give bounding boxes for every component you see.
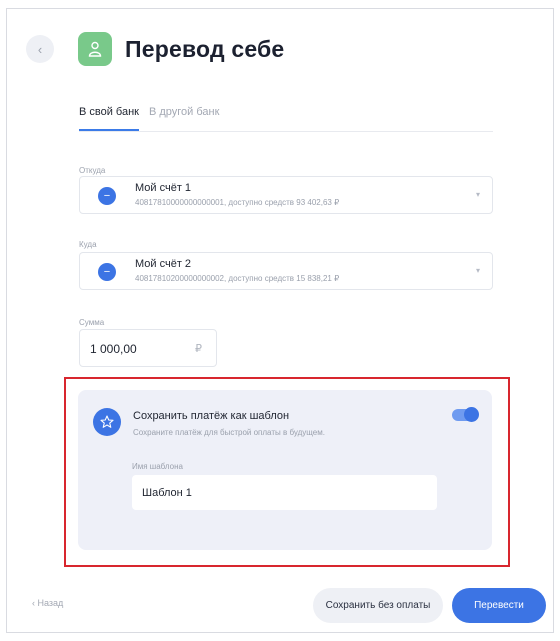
star-icon (93, 408, 121, 436)
to-account-name: Мой счёт 2 (135, 258, 192, 270)
chevron-down-icon: ▾ (475, 266, 480, 275)
from-account-name: Мой счёт 1 (135, 182, 192, 194)
account-icon: − (98, 187, 116, 205)
to-account-select[interactable]: − Мой счёт 2 40817810200000000002, досту… (79, 252, 493, 290)
from-account-details: 40817810000000000001, доступно средств 9… (135, 198, 340, 207)
from-account-select[interactable]: − Мой счёт 1 40817810000000000001, досту… (79, 176, 493, 214)
transfer-button[interactable]: Перевести (452, 588, 546, 623)
to-account-details: 40817810200000000002, доступно средств 1… (135, 274, 340, 283)
toggle-knob (464, 407, 479, 422)
back-link[interactable]: ‹ Назад (32, 598, 63, 608)
chevron-left-icon: ‹ (37, 41, 43, 57)
tab-own-bank[interactable]: В свой банк (79, 106, 139, 131)
template-name-input[interactable] (132, 475, 437, 510)
tab-other-bank[interactable]: В другой банк (149, 106, 219, 131)
template-title: Сохранить платёж как шаблон (133, 410, 290, 422)
back-button[interactable]: ‹ (26, 35, 54, 63)
template-subtitle: Сохраните платёж для быстрой оплаты в бу… (133, 428, 325, 437)
person-icon (78, 32, 112, 66)
amount-label: Сумма (79, 318, 105, 327)
account-icon: − (98, 263, 116, 281)
template-name-label: Имя шаблона (132, 462, 183, 471)
back-link-label: Назад (37, 598, 64, 608)
save-template-card: Сохранить платёж как шаблон Сохраните пл… (78, 390, 492, 550)
bank-tabs: В свой банк В другой банк (79, 106, 493, 132)
chevron-down-icon: ▾ (475, 190, 480, 199)
to-label: Куда (79, 240, 97, 249)
amount-input[interactable]: 1 000,00 ₽ (79, 329, 217, 367)
save-template-toggle[interactable] (452, 407, 479, 422)
amount-value: 1 000,00 (90, 342, 137, 356)
from-label: Откуда (79, 166, 106, 175)
page-title: Перевод себе (125, 36, 285, 62)
chevron-left-icon: ‹ (32, 598, 35, 608)
currency-sign: ₽ (195, 343, 202, 355)
save-without-payment-button[interactable]: Сохранить без оплаты (313, 588, 443, 623)
